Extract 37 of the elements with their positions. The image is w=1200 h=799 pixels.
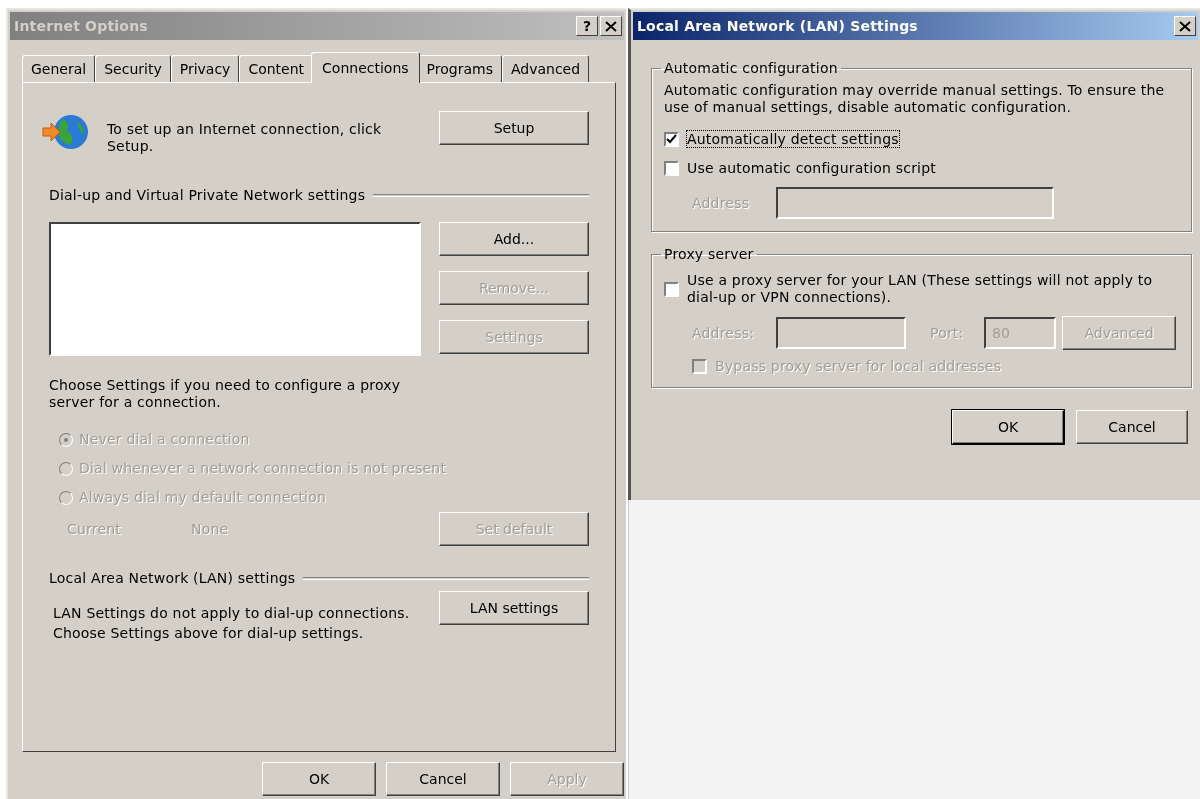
dialog-button[interactable]: Cancel — [386, 762, 500, 796]
tab[interactable]: Privacy — [170, 55, 240, 82]
dialog-button[interactable]: Cancel — [1076, 410, 1188, 444]
tab[interactable]: Advanced — [501, 55, 590, 82]
dialog-button[interactable]: OK — [952, 410, 1064, 444]
setup-text: To set up an Internet connection, click Setup. — [107, 121, 383, 155]
checkbox-label: Use automatic configuration script — [687, 160, 936, 177]
section-heading: Local Area Network (LAN) settings — [49, 570, 296, 587]
setup-button[interactable]: Setup — [439, 111, 589, 145]
globe-arrow-icon — [41, 113, 91, 151]
tab[interactable]: Connections — [311, 52, 420, 83]
lan-settings-button[interactable]: LAN settings — [439, 591, 589, 625]
tab[interactable]: Security — [95, 55, 171, 82]
checkbox-label: Use a proxy server for your LAN (These settings will not apply to dial-up or VPN connections). — [687, 272, 1154, 306]
dialog-button[interactable]: OK — [262, 762, 376, 796]
proxy-note: Choose Settings if you need to configure a proxy server for a connection. — [49, 377, 402, 411]
lan-text: LAN Settings do not apply to dial-up connections. Choose Settings above for dial-up settings. — [53, 604, 411, 643]
help-button[interactable]: ? — [576, 16, 598, 36]
tab[interactable]: General — [22, 55, 96, 82]
close-icon — [1179, 20, 1191, 32]
window-title: Local Area Network (LAN) Settings — [637, 18, 919, 34]
description-text: Automatic configuration may override manual settings. To ensure the use of manual settings, disable automatic configuration. — [664, 82, 1166, 116]
checkbox-label: Automatically detect settings — [687, 131, 899, 147]
close-button[interactable] — [1174, 16, 1196, 36]
close-button[interactable] — [600, 16, 622, 36]
section-heading: Dial-up and Virtual Private Network settings — [49, 187, 366, 204]
tab[interactable]: Programs — [417, 55, 502, 82]
close-icon — [605, 20, 617, 32]
checkbox[interactable] — [664, 131, 679, 147]
connections-list[interactable] — [49, 222, 421, 356]
group-heading: Automatic configuration — [663, 60, 839, 76]
checkbox[interactable] — [664, 161, 679, 176]
window-title: Internet Options — [14, 18, 149, 34]
group-heading: Proxy server — [663, 246, 755, 262]
checkbox[interactable] — [664, 282, 679, 297]
dialup-button[interactable]: Add... — [439, 222, 589, 256]
tab[interactable]: Content — [239, 55, 314, 82]
